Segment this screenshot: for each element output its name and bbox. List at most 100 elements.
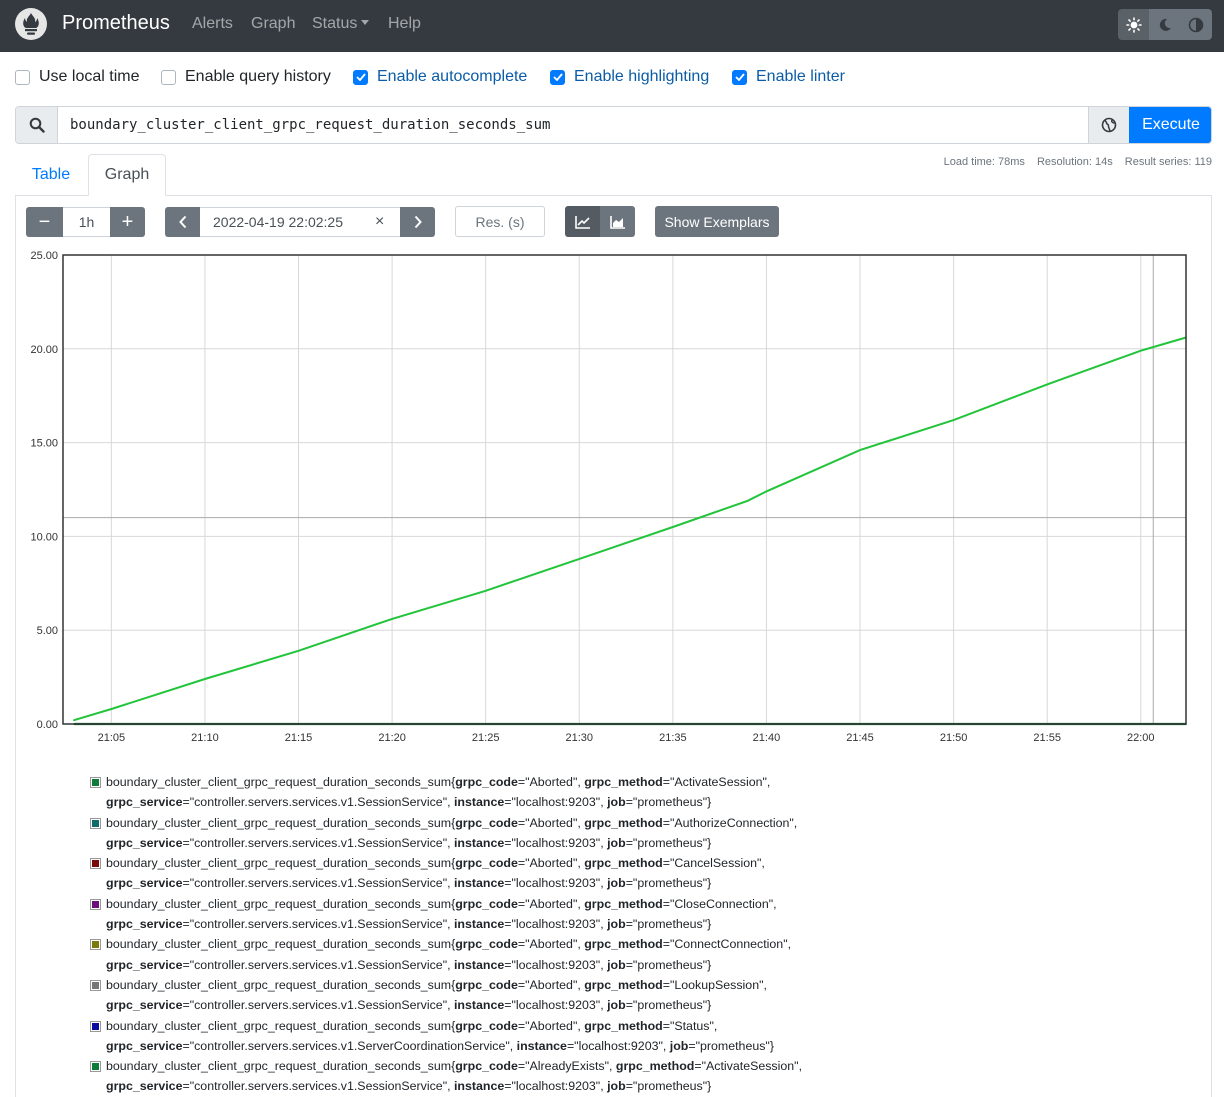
legend-swatch	[90, 817, 101, 829]
y-tick-label: 15.00	[30, 438, 58, 450]
nav-alerts[interactable]: Alerts	[192, 15, 233, 33]
legend-item[interactable]: boundary_cluster_client_grpc_request_dur…	[90, 1016, 890, 1057]
legend-item[interactable]: boundary_cluster_client_grpc_request_dur…	[90, 772, 890, 813]
sun-icon	[1125, 16, 1142, 33]
label-value: ="Aborted",	[517, 937, 585, 952]
legend-item[interactable]: boundary_cluster_client_grpc_request_dur…	[90, 934, 890, 975]
query-history-checkbox[interactable]	[161, 69, 176, 85]
highlighting-checkbox[interactable]	[550, 69, 565, 85]
label-value: ="CloseConnection",	[662, 896, 777, 911]
label-value: ="controller.servers.services.v1.Session…	[182, 957, 454, 972]
lines-chart-button[interactable]	[565, 206, 600, 237]
light-theme-button[interactable]	[1118, 9, 1150, 40]
range-input[interactable]: 1h	[63, 207, 110, 237]
label-value: ="Aborted",	[517, 896, 585, 911]
x-tick-label: 21:25	[472, 732, 500, 744]
label-value: ="Aborted",	[517, 856, 585, 871]
legend-item[interactable]: boundary_cluster_client_grpc_request_dur…	[90, 894, 890, 935]
highlighting-label: Enable highlighting	[574, 68, 710, 85]
tab-table[interactable]: Table	[15, 154, 87, 196]
legend-item[interactable]: boundary_cluster_client_grpc_request_dur…	[90, 853, 890, 894]
label-value: ="Aborted",	[517, 977, 585, 992]
expression-input[interactable]: boundary_cluster_client_grpc_request_dur…	[70, 117, 550, 133]
nav-status[interactable]: Status	[312, 15, 370, 33]
legend-swatch	[90, 1020, 101, 1032]
series-point	[204, 678, 206, 680]
autocomplete-checkbox[interactable]	[353, 69, 368, 85]
label-name: job	[607, 876, 626, 891]
label-value: boundary_cluster_client_grpc_request_dur…	[106, 775, 456, 789]
area-chart-icon	[609, 215, 625, 229]
label-name: grpc_method	[584, 977, 663, 992]
use-local-time-option[interactable]: Use local time	[15, 68, 139, 86]
increase-range-button[interactable]: +	[110, 207, 145, 237]
legend-item[interactable]: boundary_cluster_client_grpc_request_dur…	[90, 975, 890, 1016]
label-name: grpc_method	[584, 896, 663, 911]
chevron-down-icon	[361, 20, 370, 25]
highlighting-option[interactable]: Enable highlighting	[550, 68, 709, 86]
label-value: ="LookupSession",	[662, 977, 767, 992]
label-name: grpc_service	[106, 1079, 183, 1094]
label-value: ="prometheus"}	[625, 998, 712, 1013]
next-time-button[interactable]	[400, 207, 435, 237]
autocomplete-option[interactable]: Enable autocomplete	[353, 68, 527, 86]
auto-theme-button[interactable]	[1180, 9, 1212, 40]
linter-checkbox[interactable]	[732, 69, 747, 85]
y-tick-label: 5.00	[37, 625, 58, 637]
query-history-option[interactable]: Enable query history	[161, 68, 331, 86]
clear-end-time-button[interactable]: ×	[375, 213, 384, 231]
label-value: ="prometheus"}	[625, 795, 712, 810]
legend-swatch	[90, 939, 101, 951]
label-name: job	[607, 957, 626, 972]
label-name: grpc_code	[455, 1059, 518, 1074]
y-tick-label: 0.00	[37, 719, 58, 731]
legend-swatch-color	[92, 900, 99, 908]
resolution-input[interactable]: Res. (s)	[455, 206, 545, 237]
stacked-chart-button[interactable]	[600, 206, 635, 237]
query-stats: Load time: 78ms Resolution: 14s Result s…	[944, 156, 1212, 168]
legend-item[interactable]: boundary_cluster_client_grpc_request_dur…	[90, 813, 890, 854]
adjust-icon	[1189, 17, 1204, 32]
label-value: ="controller.servers.services.v1.Session…	[182, 917, 454, 932]
previous-time-button[interactable]	[165, 207, 200, 237]
y-tick-label: 20.00	[30, 344, 58, 356]
series-point	[484, 590, 487, 592]
tab-graph[interactable]: Graph	[88, 154, 166, 196]
dark-theme-button[interactable]	[1149, 9, 1181, 40]
label-value: boundary_cluster_client_grpc_request_dur…	[106, 815, 456, 830]
label-value: ="ActivateSession",	[694, 1059, 803, 1074]
legend-swatch	[90, 979, 101, 991]
label-value: ="localhost:9203",	[504, 1079, 608, 1094]
search-icon-box	[16, 107, 58, 143]
label-name: instance	[453, 917, 505, 932]
x-tick-label: 22:00	[1127, 732, 1155, 744]
end-time-input[interactable]: 2022-04-19 22:02:25	[200, 207, 400, 237]
execute-button[interactable]: Execute	[1129, 107, 1211, 143]
label-value: boundary_cluster_client_grpc_request_dur…	[106, 937, 456, 952]
metrics-explorer-button[interactable]	[1088, 107, 1129, 143]
top-navbar: Prometheus Alerts Graph Status Help	[0, 0, 1224, 52]
legend-item[interactable]: boundary_cluster_client_grpc_request_dur…	[90, 1056, 890, 1097]
search-icon	[29, 117, 45, 133]
x-tick-label: 21:30	[566, 732, 594, 744]
label-value: ="controller.servers.services.v1.Session…	[182, 795, 454, 810]
use-local-time-checkbox[interactable]	[15, 69, 30, 85]
legend-swatch	[90, 858, 101, 870]
nav-graph[interactable]: Graph	[251, 15, 295, 33]
show-exemplars-button[interactable]: Show Exemplars	[655, 206, 779, 237]
label-value: ="prometheus"}	[625, 917, 712, 932]
linter-option[interactable]: Enable linter	[732, 68, 845, 86]
brand-title[interactable]: Prometheus	[62, 12, 170, 35]
autocomplete-label: Enable autocomplete	[377, 68, 528, 85]
decrease-range-button[interactable]: −	[26, 207, 63, 237]
label-value: ="localhost:9203",	[504, 876, 608, 891]
label-name: grpc_service	[106, 998, 183, 1013]
prometheus-logo-icon[interactable]	[15, 8, 47, 40]
expression-bar: boundary_cluster_client_grpc_request_dur…	[15, 106, 1212, 144]
nav-help[interactable]: Help	[388, 15, 421, 33]
label-name: grpc_method	[584, 856, 663, 871]
x-tick-label: 21:45	[846, 732, 874, 744]
label-name: grpc_service	[106, 795, 183, 810]
label-name: grpc_method	[615, 1059, 695, 1074]
label-value: boundary_cluster_client_grpc_request_dur…	[106, 896, 456, 911]
